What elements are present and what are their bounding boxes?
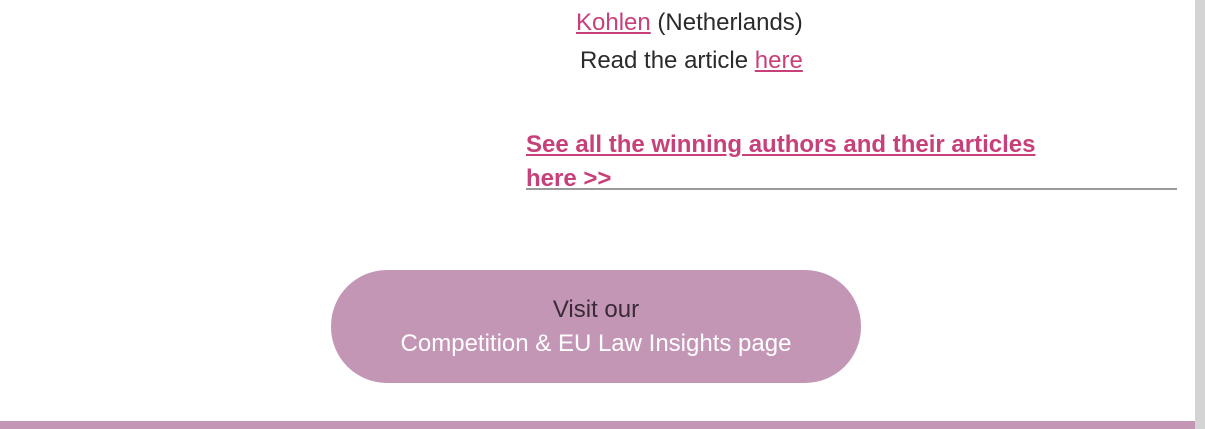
author-line: Kohlen (Netherlands) [576,8,803,38]
read-article-label: Read the article [580,47,755,74]
author-country: (Netherlands) [650,9,803,36]
footer-band [0,421,1197,429]
author-link[interactable]: Kohlen [576,9,651,36]
page: Kohlen (Netherlands) Read the article he… [0,0,1205,429]
scrollbar[interactable] [1195,0,1205,429]
email-content: Kohlen (Netherlands) Read the article he… [0,0,1195,421]
read-article-line: Read the article here [580,46,803,76]
see-all-winners-link[interactable]: See all the winning authors and their ar… [526,128,1046,196]
visit-button-line2: Competition & EU Law Insights page [400,329,792,357]
visit-insights-button[interactable]: Visit our Competition & EU Law Insights … [331,270,861,383]
divider [526,188,1177,190]
visit-button-line1: Visit our [552,295,640,323]
read-article-link[interactable]: here [755,47,803,74]
